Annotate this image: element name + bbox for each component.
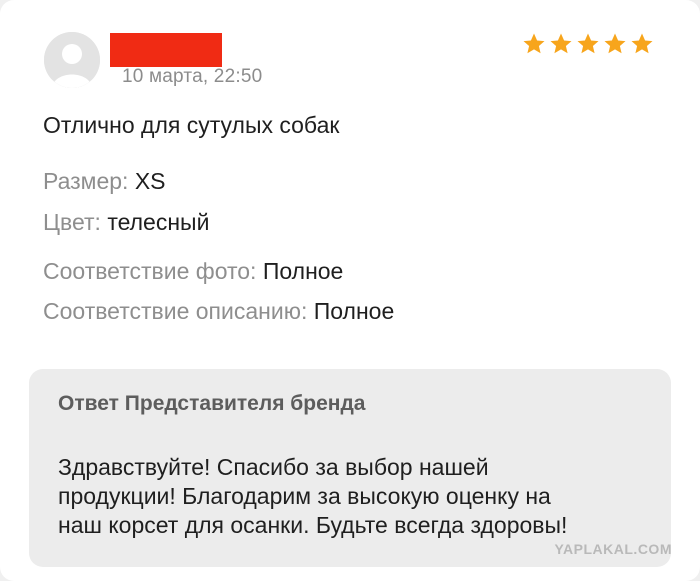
author-name-redacted bbox=[110, 33, 222, 67]
star-icon bbox=[523, 33, 545, 54]
attribute-value: XS bbox=[134, 168, 166, 194]
user-placeholder-icon bbox=[44, 32, 100, 88]
star-icon bbox=[577, 33, 599, 54]
review-date: 10 марта, 22:50 bbox=[122, 66, 263, 87]
review-card: 10 марта, 22:50 Отлично для сутулых соба… bbox=[0, 0, 700, 581]
attribute-value: Полное bbox=[313, 298, 395, 324]
avatar[interactable] bbox=[44, 32, 100, 88]
reply-title: Ответ Представителя бренда bbox=[58, 392, 366, 415]
star-icon bbox=[631, 33, 653, 54]
star-icon bbox=[604, 33, 626, 54]
review-text: Отлично для сутулых собак bbox=[43, 112, 340, 138]
brand-reply: Ответ Представителя бренда Здравствуйте!… bbox=[29, 369, 671, 567]
attribute-photo-match: Соответствие фото: Полное bbox=[43, 258, 343, 285]
rating-stars bbox=[522, 32, 654, 56]
reply-line: наш корсет для осанки. Будьте всегда здо… bbox=[58, 512, 568, 538]
star-icon bbox=[550, 33, 572, 54]
attribute-value: Полное bbox=[262, 258, 344, 284]
attribute-label: Соответствие описанию: bbox=[43, 298, 308, 324]
reply-line: продукции! Благодарим за высокую оценку … bbox=[58, 483, 551, 509]
reply-line: Здравствуйте! Спасибо за выбор нашей bbox=[58, 454, 489, 480]
attribute-label: Цвет: bbox=[43, 209, 101, 235]
attribute-color: Цвет: телесный bbox=[43, 209, 209, 236]
attribute-description-match: Соответствие описанию: Полное bbox=[43, 298, 394, 325]
attribute-label: Размер: bbox=[43, 168, 129, 194]
attribute-value: телесный bbox=[107, 209, 210, 235]
reply-text: Здравствуйте! Спасибо за выбор нашей про… bbox=[58, 453, 658, 540]
attribute-label: Соответствие фото: bbox=[43, 258, 257, 284]
attribute-size: Размер: XS bbox=[43, 168, 166, 195]
watermark: YAPLAKAL.COM bbox=[554, 541, 672, 557]
